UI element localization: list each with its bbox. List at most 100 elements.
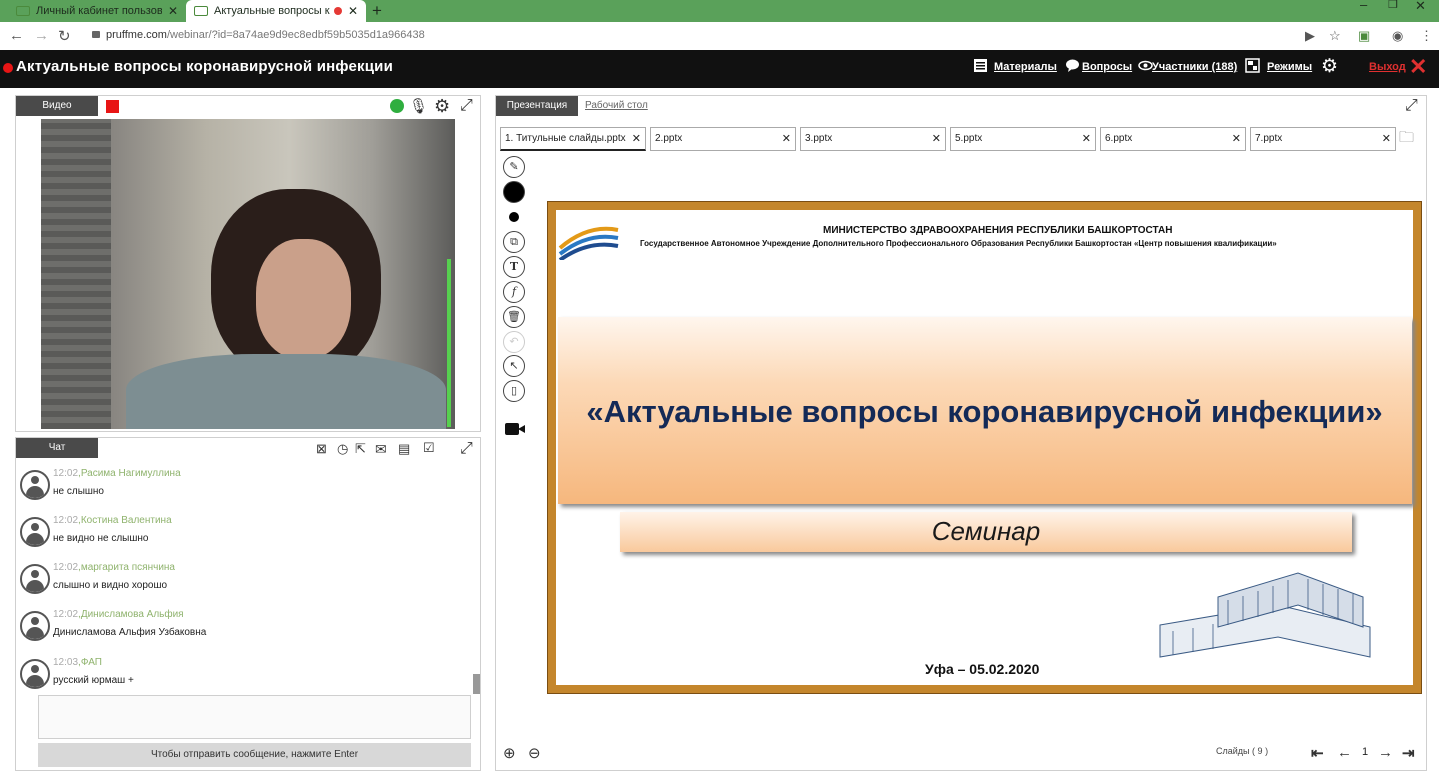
trash-icon[interactable]: 🗑 xyxy=(503,306,525,328)
page-add-icon[interactable]: ▯ xyxy=(503,380,525,402)
tab-presentation[interactable]: Презентация xyxy=(496,96,578,116)
message-author[interactable]: Динисламова Альфия xyxy=(81,609,184,620)
zoom-out-icon[interactable]: ⊖ xyxy=(528,744,541,762)
message-author[interactable]: Расима Нагимуллина xyxy=(81,468,181,479)
browser-menu-icon[interactable]: ⋮ xyxy=(1420,28,1433,44)
file-tab[interactable]: 7.pptx ✕ xyxy=(1250,127,1396,151)
participants-eye-icon[interactable] xyxy=(1138,58,1153,73)
message-text: слышно и видно хорошо xyxy=(53,580,168,591)
shapes-tool-icon[interactable]: ⧉ xyxy=(503,231,525,253)
poll-check-icon[interactable]: ☑ xyxy=(423,440,435,456)
window-close-icon[interactable]: ✕ xyxy=(1415,0,1426,14)
text-tool-icon[interactable]: T xyxy=(503,256,525,278)
forward-icon[interactable]: → xyxy=(34,27,49,44)
history-clock-icon[interactable]: ◷ xyxy=(337,441,348,457)
file-tab[interactable]: 5.pptx ✕ xyxy=(950,127,1096,151)
video-expand-icon[interactable]: ⤢ xyxy=(460,97,473,115)
pen-tool-icon[interactable]: ✎ xyxy=(503,156,525,178)
tab-favicon-icon xyxy=(16,6,30,16)
settings-gear-icon[interactable]: ⚙ xyxy=(1321,55,1338,78)
bookmark-star-icon[interactable]: ☆ xyxy=(1329,28,1341,44)
close-file-icon[interactable]: ✕ xyxy=(1082,128,1091,150)
minimize-icon[interactable]: – xyxy=(1360,0,1367,12)
export-icon[interactable]: ⇱ xyxy=(355,441,366,457)
close-file-icon[interactable]: ✕ xyxy=(932,128,941,150)
exit-close-icon[interactable]: ✕ xyxy=(1409,54,1427,80)
chat-scrollbar[interactable] xyxy=(473,674,480,694)
tab-desktop[interactable]: Рабочий стол xyxy=(585,100,648,111)
zoom-in-icon[interactable]: ⊕ xyxy=(503,744,516,762)
url-path: /webinar/?id=8a74ae9d9ec8edbf59b5035d1a9… xyxy=(166,29,425,41)
color-picker-icon[interactable] xyxy=(503,181,525,203)
message-author[interactable]: Костина Валентина xyxy=(81,515,172,526)
camera-permission-icon[interactable]: ▶ xyxy=(1305,28,1315,44)
modes-icon[interactable] xyxy=(1245,58,1260,73)
mail-icon[interactable]: ✉ xyxy=(375,441,387,458)
prev-slide-icon[interactable]: ← xyxy=(1337,744,1352,761)
file-tab[interactable]: 2.pptx ✕ xyxy=(650,127,796,151)
chat-tab[interactable]: Чат xyxy=(16,438,98,458)
slides-counter: Слайды ( 9 ) xyxy=(1216,746,1268,756)
browser-tab-webinar[interactable]: Актуальные вопросы коронавирусной инфекц… xyxy=(186,0,366,22)
presentation-expand-icon[interactable]: ⤢ xyxy=(1405,97,1418,115)
first-slide-icon[interactable]: ⇤ xyxy=(1311,744,1324,762)
slides-label: Слайды ( xyxy=(1216,746,1256,756)
close-file-icon[interactable]: ✕ xyxy=(1232,128,1241,150)
video-tab[interactable]: Видео xyxy=(16,96,98,116)
lock-icon xyxy=(92,31,100,38)
clear-chat-icon[interactable]: ⊠ xyxy=(316,441,327,457)
close-file-icon[interactable]: ✕ xyxy=(632,128,641,150)
chat-expand-icon[interactable]: ⤢ xyxy=(460,440,473,458)
message-time: 12:02 xyxy=(53,515,79,526)
questions-link[interactable]: Вопросы xyxy=(1082,61,1132,73)
chat-message-input[interactable] xyxy=(38,695,471,739)
slides-close-paren: ) xyxy=(1265,746,1269,756)
profile-icon[interactable]: ◉ xyxy=(1392,28,1403,44)
message-time: 12:03 xyxy=(53,657,79,668)
formula-tool-icon[interactable]: f xyxy=(503,281,525,303)
message-author[interactable]: ФАП xyxy=(81,657,102,668)
stop-broadcast-icon[interactable] xyxy=(106,100,119,113)
extension-icon[interactable]: ▣ xyxy=(1358,28,1370,44)
close-file-icon[interactable]: ✕ xyxy=(1382,128,1391,150)
open-folder-icon[interactable]: 🗀 xyxy=(1399,127,1414,152)
slide-ministry: МИНИСТЕРСТВО ЗДРАВООХРАНЕНИЯ РЕСПУБЛИКИ … xyxy=(823,225,1173,236)
next-slide-icon[interactable]: → xyxy=(1378,744,1393,761)
current-slide-number[interactable]: 1 xyxy=(1362,746,1368,758)
tab-close-icon[interactable]: ✕ xyxy=(348,4,358,18)
excel-export-icon[interactable]: ▤ xyxy=(398,441,410,457)
restore-icon[interactable]: ❐ xyxy=(1388,0,1398,11)
chat-message: 12:02,маргарита псянчина слышно и видно … xyxy=(20,562,460,602)
url-field[interactable]: pruffme.com/webinar/?id=8a74ae9d9ec8edbf… xyxy=(92,29,425,41)
brush-size-icon[interactable] xyxy=(503,206,525,228)
message-author[interactable]: маргарита псянчина xyxy=(81,562,175,573)
video-settings-icon[interactable]: ⚙ xyxy=(434,96,450,117)
slides-count: 9 xyxy=(1257,746,1263,756)
slide-title: «Актуальные вопросы коронавирусной инфек… xyxy=(586,394,1383,429)
last-slide-icon[interactable]: ⇥ xyxy=(1402,744,1415,762)
exit-link[interactable]: Выход xyxy=(1369,61,1406,73)
close-file-icon[interactable]: ✕ xyxy=(782,128,791,150)
send-hint-bar[interactable]: Чтобы отправить сообщение, нажмите Enter xyxy=(38,743,471,767)
reload-icon[interactable]: ↻ xyxy=(58,27,71,45)
materials-icon[interactable] xyxy=(973,58,988,73)
slide-place-date: Уфа – 05.02.2020 xyxy=(925,661,1040,677)
participants-link[interactable]: Участники (188) xyxy=(1152,61,1237,73)
new-tab-icon[interactable]: + xyxy=(372,1,382,21)
file-tab-label: 6.pptx xyxy=(1105,133,1133,144)
microphone-icon[interactable]: 🎙 xyxy=(409,97,428,115)
modes-link[interactable]: Режимы xyxy=(1267,61,1312,73)
file-tab[interactable]: 1. Титульные слайды.pptx ✕ xyxy=(500,127,646,151)
avatar xyxy=(20,659,50,689)
back-icon[interactable]: ← xyxy=(9,27,24,44)
questions-icon[interactable] xyxy=(1065,58,1080,73)
browser-tab-cabinet[interactable]: Личный кабинет пользователя ✕ xyxy=(8,0,186,22)
pointer-tool-icon[interactable]: ↖ xyxy=(503,355,525,377)
video-camera-icon[interactable] xyxy=(504,420,526,438)
file-tab[interactable]: 3.pptx ✕ xyxy=(800,127,946,151)
undo-icon[interactable]: ↶ xyxy=(503,331,525,353)
file-tab[interactable]: 6.pptx ✕ xyxy=(1100,127,1246,151)
materials-link[interactable]: Материалы xyxy=(994,61,1057,73)
tab-close-icon[interactable]: ✕ xyxy=(168,4,178,18)
message-text: не видно не слышно xyxy=(53,533,149,544)
